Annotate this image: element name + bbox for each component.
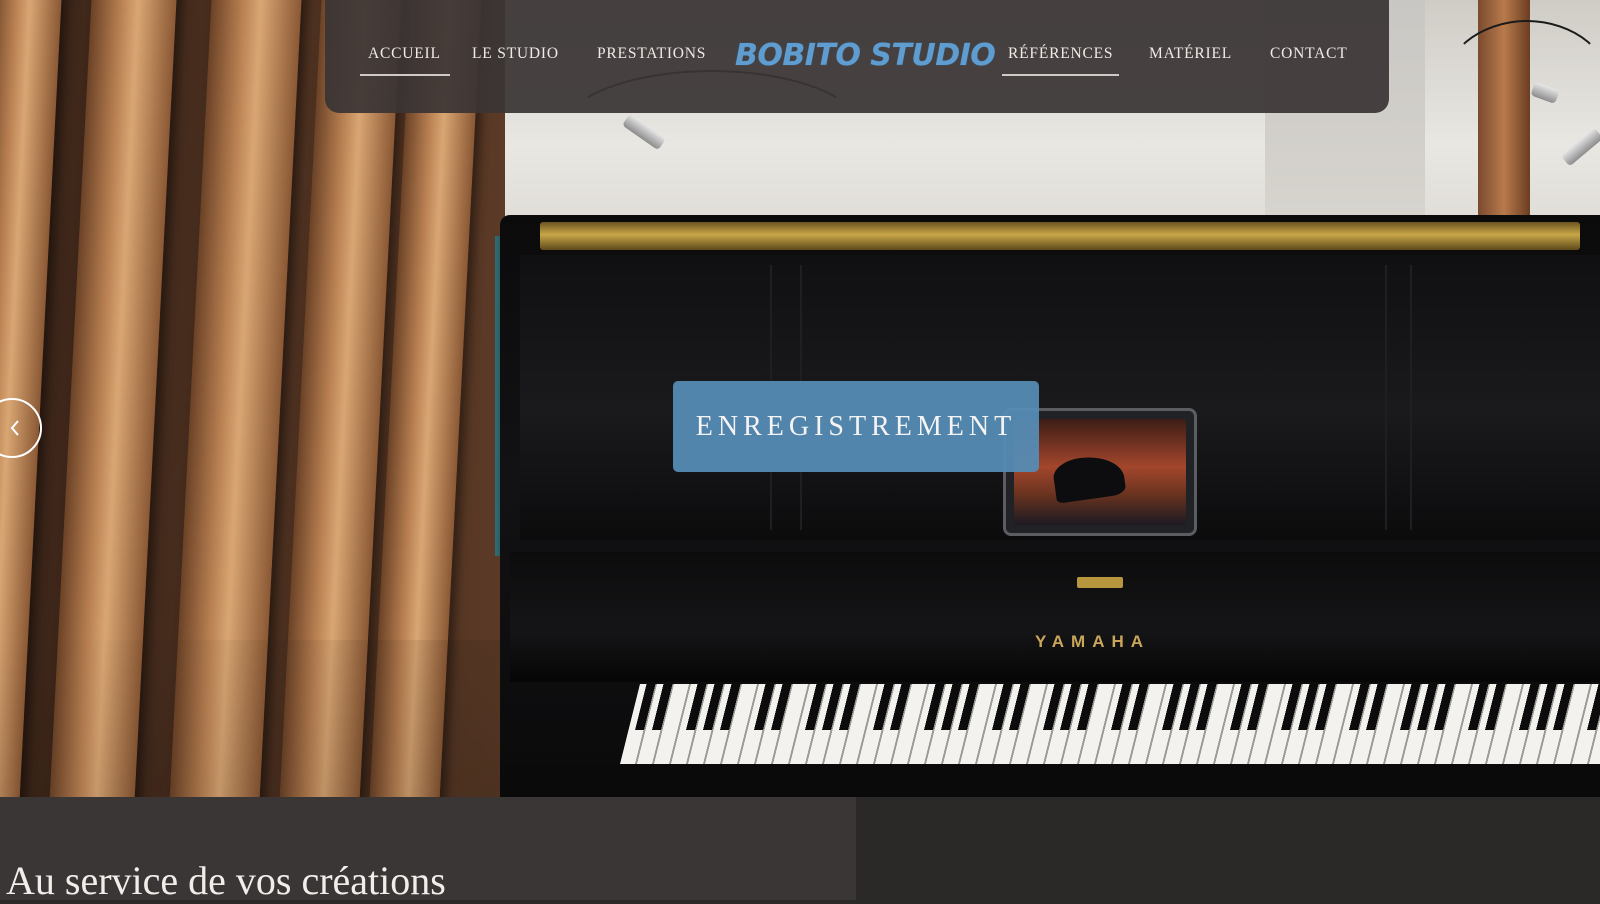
piano-lock bbox=[1077, 577, 1123, 588]
slide-cta-button[interactable]: ENREGISTREMENT bbox=[673, 381, 1039, 472]
tablet-screen bbox=[1014, 419, 1186, 525]
site-logo[interactable]: BOBITO STUDIO bbox=[735, 38, 996, 73]
nav-item-accueil[interactable]: ACCUEIL bbox=[360, 45, 450, 76]
section-title: Au service de vos créations bbox=[6, 858, 446, 903]
tablet-piano-image bbox=[1051, 452, 1127, 504]
chevron-left-icon bbox=[10, 420, 19, 436]
piano-fallboard bbox=[510, 552, 1600, 682]
main-navigation: ACCUEIL LE STUDIO PRESTATIONS BOBITO STU… bbox=[325, 0, 1389, 113]
piano-top-rail bbox=[540, 222, 1580, 250]
page-background-strip bbox=[856, 853, 1600, 900]
piano-black-keys bbox=[635, 684, 1600, 730]
nav-item-prestations[interactable]: PRESTATIONS bbox=[597, 45, 706, 74]
nav-item-references[interactable]: RÉFÉRENCES bbox=[1002, 45, 1120, 76]
nav-item-materiel[interactable]: MATÉRIEL bbox=[1149, 45, 1232, 74]
nav-item-le-studio[interactable]: LE STUDIO bbox=[472, 45, 559, 74]
acoustic-slats bbox=[0, 0, 505, 797]
slide-cta-label: ENREGISTREMENT bbox=[695, 410, 1017, 442]
piano-brand: YAMAHA bbox=[1035, 632, 1151, 651]
piano-base bbox=[500, 764, 1600, 797]
nav-item-contact[interactable]: CONTACT bbox=[1270, 45, 1348, 74]
